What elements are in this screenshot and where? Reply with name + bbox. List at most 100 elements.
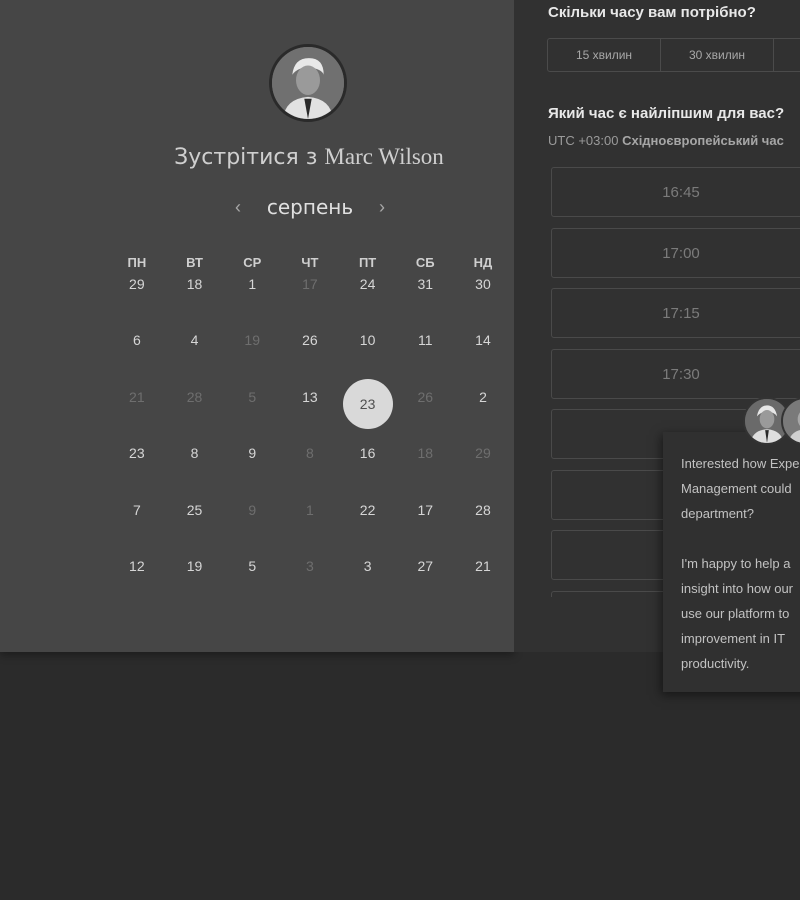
month-navigation: ‹ серпень › <box>230 192 390 222</box>
calendar-day-number: 8 <box>190 445 199 462</box>
calendar-day-number: 3 <box>363 557 372 574</box>
calendar-day[interactable]: 17 <box>396 500 454 556</box>
calendar-day-number: 1 <box>248 276 257 292</box>
time-slot[interactable]: 17:30 <box>551 348 800 399</box>
calendar-day[interactable]: 2 <box>454 387 512 443</box>
calendar-day-number: 17 <box>417 501 434 518</box>
calendar-day-number: 4 <box>190 332 199 349</box>
calendar-day[interactable]: 1 <box>223 274 281 330</box>
chat-popup[interactable]: Interested how Expert Management could d… <box>663 432 800 692</box>
calendar-day[interactable]: 26 <box>281 330 339 386</box>
calendar-day-number: 18 <box>417 445 434 462</box>
calendar-day-number: 16 <box>359 445 376 462</box>
calendar-day-number: 6 <box>132 332 141 349</box>
calendar-day[interactable]: 21 <box>454 556 512 612</box>
calendar-day-number: 23 <box>129 445 145 462</box>
calendar-day[interactable]: 23 <box>108 443 166 499</box>
weekday-header: СБ <box>415 255 435 270</box>
calendar-day[interactable]: 24 <box>339 274 397 330</box>
calendar-day-number: 23 <box>342 378 393 429</box>
calendar-day[interactable]: 8 <box>166 443 224 499</box>
calendar-grid: ПН ВТ СР ЧТ ПТ СБ НД 29 18 1 17 24 31 30 6 4 19 26 10 11 14 2… <box>108 252 512 612</box>
calendar-day-number: 21 <box>475 557 491 574</box>
calendar-day[interactable]: 29 <box>108 274 166 330</box>
calendar-day[interactable]: 28 <box>454 500 512 556</box>
calendar-day-number: 8 <box>306 445 314 462</box>
calendar-day-number: 28 <box>186 388 203 405</box>
calendar-day[interactable]: 19 <box>166 556 224 612</box>
calendar-day: 18 <box>396 443 454 499</box>
calendar-day-number: 10 <box>359 332 376 349</box>
calendar-day[interactable]: 9 <box>223 443 281 499</box>
calendar-day-number: 3 <box>306 557 314 574</box>
calendar-day-selected[interactable]: 23 <box>339 378 397 443</box>
calendar-day[interactable]: 25 <box>166 500 224 556</box>
weekday-header: ЧТ <box>301 255 319 270</box>
chat-agent-avatars[interactable] <box>743 397 800 449</box>
calendar-day-number: 30 <box>475 276 491 292</box>
calendar-day[interactable]: 3 <box>339 556 397 612</box>
timezone-offset: UTC +03:00 <box>548 133 619 148</box>
chevron-right-icon[interactable]: › <box>374 197 390 218</box>
calendar-day-number: 1 <box>306 501 314 518</box>
calendar-day[interactable]: 30 <box>454 274 512 330</box>
calendar-day-number: 12 <box>129 557 145 574</box>
calendar-day[interactable]: 27 <box>396 556 454 612</box>
chat-message: Interested how Expert Management could d… <box>681 456 800 521</box>
calendar-day[interactable]: 18 <box>166 274 224 330</box>
weekday-header: СР <box>243 255 262 270</box>
calendar-day: 28 <box>166 387 224 443</box>
time-slot[interactable]: 17:15 <box>551 288 800 338</box>
chevron-left-icon[interactable]: ‹ <box>230 197 246 218</box>
calendar-day-number: 17 <box>302 276 318 292</box>
calendar-day[interactable]: 13 <box>281 387 339 443</box>
calendar-day[interactable]: 31 <box>396 274 454 330</box>
calendar-day-number: 9 <box>248 501 257 518</box>
duration-selector: 15 хвилин 30 хвилин <box>547 38 800 72</box>
calendar-panel: Зустрітися з Marc Wilson ‹ серпень › ПН В… <box>0 0 514 652</box>
duration-option[interactable]: 30 хвилин <box>661 39 774 71</box>
calendar-day[interactable]: 7 <box>108 500 166 556</box>
calendar-day: 9 <box>223 500 281 556</box>
timezone-name: Східноєвропейський час <box>622 133 784 148</box>
calendar-day-number: 9 <box>248 445 257 462</box>
calendar-day: 8 <box>281 443 339 499</box>
calendar-day: 26 <box>396 387 454 443</box>
calendar-day: 1 <box>281 500 339 556</box>
calendar-day[interactable]: 12 <box>108 556 166 612</box>
duration-question: Скільки часу вам потрібно? <box>548 4 756 21</box>
time-slot[interactable]: 17:00 <box>551 227 800 278</box>
duration-option[interactable]: 15 хвилин <box>548 39 661 71</box>
calendar-day: 3 <box>281 556 339 612</box>
calendar-day: 17 <box>281 274 339 330</box>
calendar-day[interactable]: 4 <box>166 330 224 386</box>
host-name: Marc Wilson <box>324 144 444 169</box>
host-avatar <box>269 44 347 122</box>
host-portrait-icon <box>272 47 344 119</box>
calendar-day-number: 18 <box>186 276 203 292</box>
calendar-day[interactable]: 6 <box>108 330 166 386</box>
calendar-day[interactable]: 14 <box>454 330 512 386</box>
calendar-day-number: 2 <box>479 388 487 405</box>
calendar-day-number: 26 <box>302 332 318 349</box>
calendar-day-number: 22 <box>359 501 376 518</box>
calendar-day-number: 31 <box>417 276 434 292</box>
time-slot[interactable]: 16:45 <box>551 167 800 217</box>
calendar-day[interactable]: 11 <box>396 330 454 386</box>
time-question: Який час є найліпшим для вас? <box>548 105 785 122</box>
calendar-day: 19 <box>223 330 281 386</box>
calendar-day[interactable]: 5 <box>223 556 281 612</box>
calendar-day-number: 14 <box>475 332 491 349</box>
calendar-day-number: 19 <box>244 332 260 349</box>
calendar-day[interactable]: 16 <box>339 443 397 499</box>
calendar-day[interactable]: 22 <box>339 500 397 556</box>
duration-option[interactable] <box>774 39 800 71</box>
weekday-header: ПН <box>127 255 147 270</box>
calendar-day-number: 7 <box>132 501 141 518</box>
calendar-day-number: 24 <box>359 276 376 292</box>
calendar-day-number: 21 <box>129 388 145 405</box>
calendar-day-number: 5 <box>248 557 257 574</box>
timezone-label[interactable]: UTC +03:00 Східноєвропейський час <box>548 133 784 148</box>
calendar-day-number: 25 <box>186 501 203 518</box>
calendar-day-number: 19 <box>186 557 203 574</box>
